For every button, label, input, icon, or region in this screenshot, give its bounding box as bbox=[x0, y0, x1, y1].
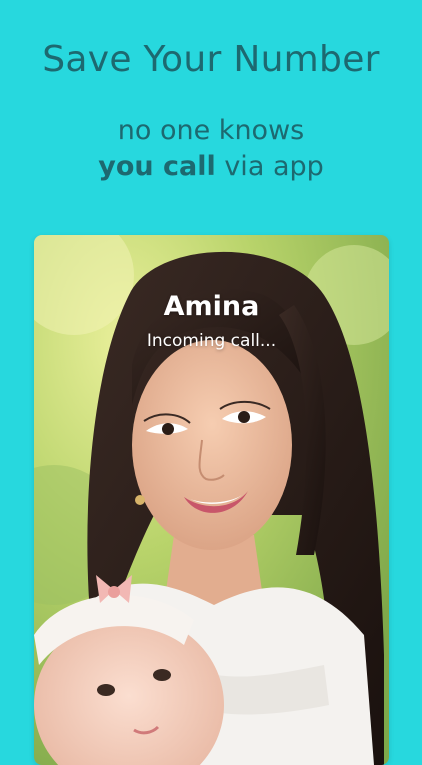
promo-subline-1: no one knows bbox=[117, 115, 305, 146]
promo-headline: Save Your Number bbox=[42, 39, 380, 80]
promo-subline-emphasis: you call bbox=[98, 151, 216, 182]
incoming-call-screen: Amina Incoming call... bbox=[34, 235, 389, 765]
promo-subline-rest: via app bbox=[215, 151, 324, 182]
caller-name: Amina bbox=[163, 291, 260, 322]
call-status: Incoming call... bbox=[146, 331, 277, 351]
promo-subline-2: you call via app bbox=[0, 153, 422, 180]
